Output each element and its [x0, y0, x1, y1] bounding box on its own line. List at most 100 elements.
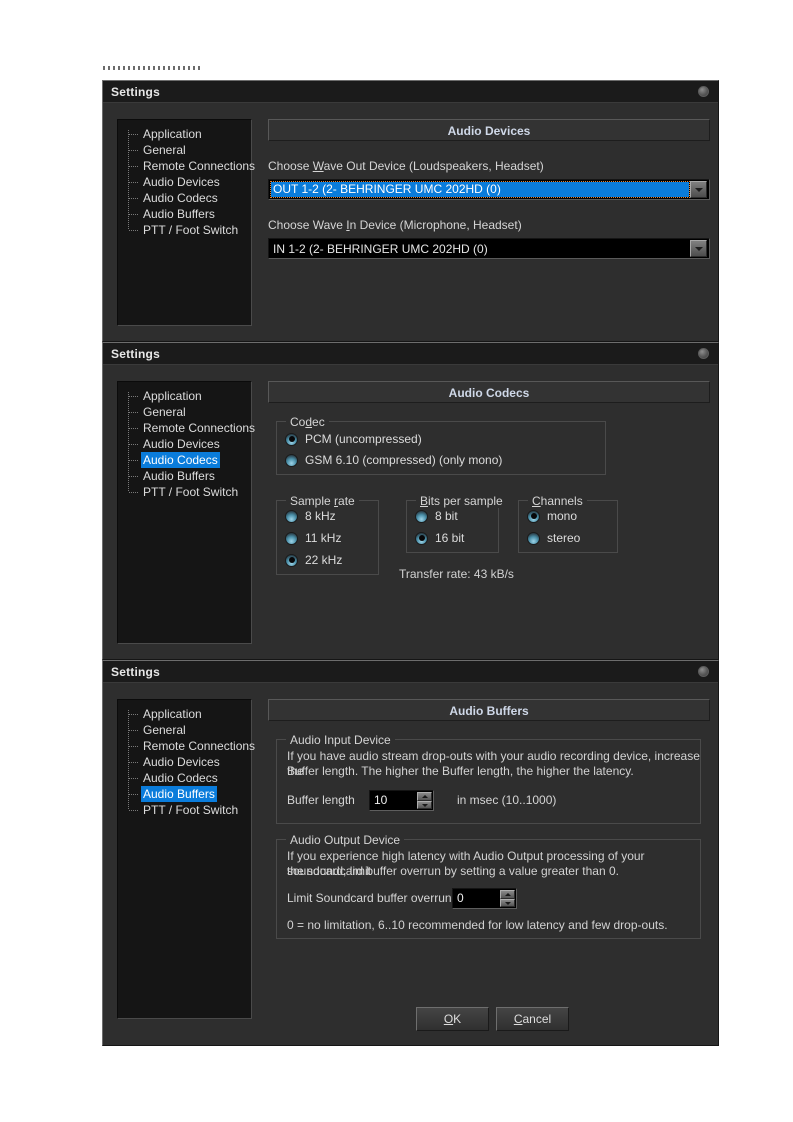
- radio-label: GSM 6.10 (compressed) (only mono): [305, 453, 503, 467]
- pane-title: Audio Buffers: [268, 699, 710, 721]
- sidebar-item-label: Remote Connections: [143, 159, 256, 173]
- sidebar-item-label: Audio Devices: [143, 175, 220, 189]
- sidebar-item-general[interactable]: General: [123, 142, 251, 158]
- sidebar-item-label: General: [143, 723, 186, 737]
- sidebar-item-label: PTT / Foot Switch: [143, 803, 239, 817]
- sidebar-item-audio-devices[interactable]: Audio Devices: [123, 174, 251, 190]
- pane-audio-buffers: Audio Buffers Audio Input Device If you …: [268, 699, 710, 1039]
- stepper-down-icon[interactable]: [417, 800, 432, 809]
- soundcard-overrun-note: 0 = no limitation, 6..10 recommended for…: [287, 918, 668, 932]
- radio-channels-mono[interactable]: mono: [527, 509, 577, 523]
- label-part: Sample: [290, 494, 335, 508]
- sidebar-item-audio-buffers[interactable]: Audio Buffers: [123, 468, 251, 484]
- buffer-length-value[interactable]: 10: [370, 791, 417, 810]
- radio-sample-rate-11khz[interactable]: 11 kHz: [285, 531, 341, 545]
- codec-group-title: Codec: [286, 415, 329, 429]
- close-circle-icon[interactable]: [698, 666, 709, 677]
- bits-group-title: Bits per sample: [416, 494, 507, 508]
- pane-title: Audio Devices: [268, 119, 710, 141]
- radio-bits-16[interactable]: 16 bit: [415, 531, 464, 545]
- radio-indicator-icon: [415, 509, 428, 523]
- sidebar-item-ptt-foot-switch[interactable]: PTT / Foot Switch: [123, 222, 251, 238]
- soundcard-overrun-stepper[interactable]: 0: [452, 888, 517, 909]
- label-part: ancel: [522, 1012, 552, 1026]
- audio-output-device-groupbox: Audio Output Device If you experience hi…: [276, 833, 701, 939]
- audio-output-description-line2: the soundcard buffer overrun by setting …: [287, 864, 619, 878]
- window-title: Settings: [111, 84, 160, 99]
- label-part: Co: [290, 415, 306, 429]
- sidebar-item-audio-buffers[interactable]: Audio Buffers: [123, 206, 251, 222]
- sidebar-item-remote-connections[interactable]: Remote Connections: [123, 158, 255, 174]
- ok-button[interactable]: OK: [416, 1007, 489, 1031]
- wave-in-device-combobox[interactable]: IN 1-2 (2- BEHRINGER UMC 202HD (0): [268, 238, 710, 259]
- radio-indicator-icon: [285, 432, 298, 446]
- label-part: K: [453, 1012, 462, 1026]
- radio-indicator-icon: [415, 531, 428, 545]
- wave-out-label: Choose Wave Out Device (Loudspeakers, He…: [268, 159, 710, 173]
- dialog-body: Application General Remote Connections A…: [103, 103, 718, 343]
- sample-rate-group-title: Sample rate: [286, 494, 359, 508]
- buffer-length-stepper[interactable]: 10: [369, 790, 434, 811]
- dialog-body: Application General Remote Connections A…: [103, 683, 718, 1047]
- radio-channels-stereo[interactable]: stereo: [527, 531, 580, 545]
- settings-tree: Application General Remote Connections A…: [117, 699, 255, 1019]
- soundcard-overrun-value[interactable]: 0: [453, 889, 500, 908]
- stepper-down-icon[interactable]: [500, 898, 515, 907]
- radio-codec-pcm[interactable]: PCM (uncompressed): [285, 432, 422, 446]
- wave-in-label: Choose Wave In Device (Microphone, Heads…: [268, 218, 710, 232]
- sidebar-item-audio-buffers[interactable]: Audio Buffers: [123, 786, 251, 802]
- close-circle-icon[interactable]: [698, 86, 709, 97]
- cancel-button[interactable]: Cancel: [496, 1007, 569, 1031]
- radio-label: 11 kHz: [305, 531, 342, 545]
- label-part: Choose Wave: [268, 218, 347, 232]
- sidebar-item-general[interactable]: General: [123, 404, 251, 420]
- sidebar-item-application[interactable]: Application: [123, 126, 251, 142]
- transfer-rate-text: Transfer rate: 43 kB/s: [399, 567, 514, 581]
- pane-title: Audio Codecs: [268, 381, 710, 403]
- radio-indicator-icon: [285, 509, 298, 523]
- sidebar-item-application[interactable]: Application: [123, 388, 251, 404]
- stepper-buttons[interactable]: [417, 792, 432, 809]
- radio-label: 8 kHz: [305, 509, 336, 523]
- sidebar-item-label: Audio Codecs: [141, 452, 220, 468]
- sidebar-item-general[interactable]: General: [123, 722, 251, 738]
- sidebar-item-remote-connections[interactable]: Remote Connections: [123, 738, 255, 754]
- sidebar-item-audio-devices[interactable]: Audio Devices: [123, 754, 251, 770]
- close-circle-icon[interactable]: [698, 348, 709, 359]
- sidebar-item-audio-devices[interactable]: Audio Devices: [123, 436, 251, 452]
- radio-sample-rate-8khz[interactable]: 8 kHz: [285, 509, 336, 523]
- titlebar: Settings: [103, 81, 718, 103]
- sidebar-item-audio-codecs[interactable]: Audio Codecs: [123, 190, 251, 206]
- label-part: ave Out Device (Loudspeakers, Headset): [323, 159, 544, 173]
- label-part: ate: [338, 494, 355, 508]
- background-artifact: [103, 66, 203, 70]
- radio-codec-gsm[interactable]: GSM 6.10 (compressed) (only mono): [285, 453, 502, 467]
- pane-audio-devices: Audio Devices Choose Wave Out Device (Lo…: [268, 119, 710, 259]
- radio-label: 16 bit: [435, 531, 465, 545]
- sidebar-item-label: Remote Connections: [143, 421, 256, 435]
- radio-sample-rate-22khz[interactable]: 22 kHz: [285, 553, 342, 567]
- stepper-up-icon[interactable]: [500, 890, 515, 899]
- audio-input-group-title: Audio Input Device: [286, 733, 395, 747]
- sidebar-item-label: Audio Buffers: [143, 469, 215, 483]
- settings-dialog-audio-codecs: Settings Application General Remote Conn…: [102, 342, 719, 660]
- sidebar-item-label: PTT / Foot Switch: [143, 223, 239, 237]
- sidebar-item-audio-codecs[interactable]: Audio Codecs: [123, 452, 251, 468]
- radio-indicator-icon: [285, 553, 298, 567]
- sidebar-item-ptt-foot-switch[interactable]: PTT / Foot Switch: [123, 484, 251, 500]
- sidebar-item-application[interactable]: Application: [123, 706, 251, 722]
- sidebar-item-remote-connections[interactable]: Remote Connections: [123, 420, 255, 436]
- wave-out-device-combobox[interactable]: OUT 1-2 (2- BEHRINGER UMC 202HD (0): [268, 179, 710, 200]
- audio-output-group-title: Audio Output Device: [286, 833, 405, 847]
- mnemonic: C: [532, 494, 541, 508]
- sidebar-item-audio-codecs[interactable]: Audio Codecs: [123, 770, 251, 786]
- label-part: n Device (Microphone, Headset): [349, 218, 522, 232]
- chevron-down-icon[interactable]: [690, 240, 707, 257]
- stepper-buttons[interactable]: [500, 890, 515, 907]
- label-part: its per sample: [428, 494, 503, 508]
- label-part: hannels: [540, 494, 583, 508]
- radio-bits-8[interactable]: 8 bit: [415, 509, 458, 523]
- stepper-up-icon[interactable]: [417, 792, 432, 801]
- chevron-down-icon[interactable]: [690, 181, 707, 198]
- sidebar-item-ptt-foot-switch[interactable]: PTT / Foot Switch: [123, 802, 251, 818]
